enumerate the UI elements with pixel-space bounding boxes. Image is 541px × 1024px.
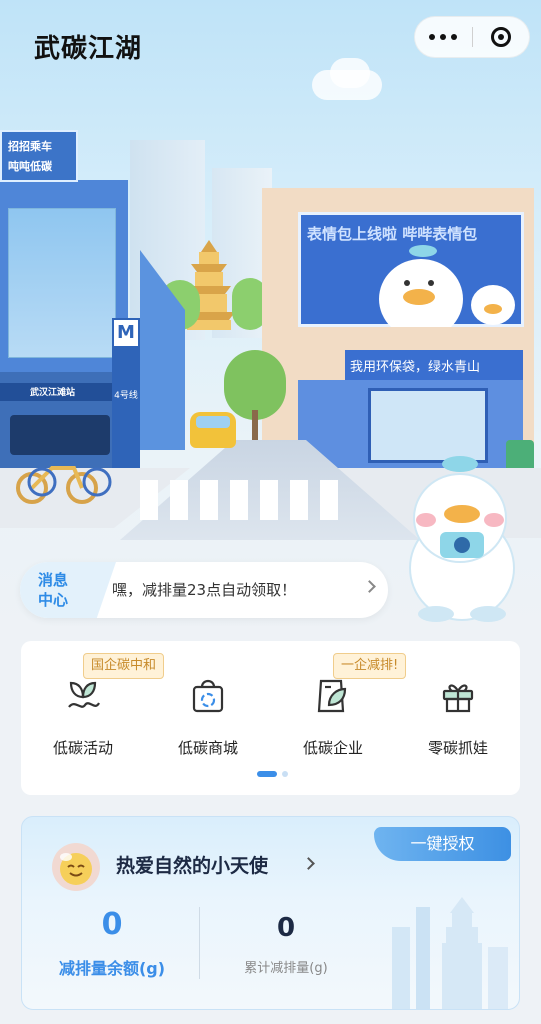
badge-line-1: 消息: [38, 571, 69, 589]
function-menu-card: 低碳活动 国企碳中和 低碳商城 低碳企业 一企减排! 零碳抓娃: [21, 641, 520, 795]
menu-item-low-carbon-mall[interactable]: 低碳商城: [146, 641, 270, 795]
metro-logo: M: [114, 320, 138, 346]
mini-program-capsule: [414, 16, 530, 58]
menu-item-label: 低碳企业: [302, 739, 363, 757]
menu-item-label: 零碳抓娃: [427, 739, 488, 757]
page-indicator: [257, 771, 288, 777]
one-click-auth-button[interactable]: 一键授权: [374, 827, 511, 861]
shopping-bag-icon: [192, 679, 224, 713]
total-label: 累计减排量(g): [244, 961, 328, 976]
more-dots-icon[interactable]: [415, 16, 472, 58]
hero-illustration: 招招乘车 吨吨低碳 武汉江滩站 M 4号线 表情包上线啦 哔哔表情包 我用环保袋…: [0, 0, 541, 640]
avatar[interactable]: [52, 843, 100, 891]
user-nickname[interactable]: 热爱自然的小天使: [116, 851, 268, 878]
metro-station-sign: 武汉江滩站: [0, 383, 112, 401]
page-dot: [282, 771, 288, 777]
duck-mascot-billboard: [379, 245, 515, 327]
banner-text-1: 招招乘车: [8, 140, 52, 153]
message-center-badge: 消息 中心: [20, 562, 116, 618]
balance-value: 0: [101, 907, 123, 942]
crosswalk-stripe: [290, 480, 308, 520]
sprout-icon: [68, 681, 100, 708]
cloud: [330, 58, 370, 88]
crosswalk-stripe: [140, 480, 158, 520]
balance-label: 减排量余额(g): [58, 959, 166, 978]
crosswalk-stripe: [200, 480, 218, 520]
target-close-icon[interactable]: [472, 16, 529, 58]
message-text: 嘿，减排量23点自动领取！: [112, 581, 297, 599]
left-building: [0, 180, 128, 470]
gift-box-icon: [442, 684, 474, 713]
badge-line-2: 中心: [38, 591, 69, 609]
chevron-right-icon: [363, 580, 376, 593]
stats-divider: [199, 907, 200, 979]
carbon-account-card: 一键授权 热爱自然的小天使 0 减排量余额(g) 0 累计减排量(g): [21, 816, 520, 1010]
crosswalk-stripe: [260, 480, 278, 520]
menu-item-zero-carbon-claw[interactable]: 零碳抓娃: [396, 641, 520, 795]
message-center-bar[interactable]: 消息 中心 嘿，减排量23点自动领取！: [20, 562, 388, 618]
leaf-cup-icon: [317, 679, 347, 713]
left-banner: 招招乘车 吨吨低碳: [0, 130, 78, 182]
page-dot-active: [257, 771, 277, 777]
page-title: 武碳江湖: [34, 34, 143, 64]
metro-line-label: 4号线: [114, 391, 138, 401]
emoji-avatar-icon: [60, 853, 92, 885]
emoji-billboard: 表情包上线啦 哔哔表情包: [298, 212, 524, 327]
city-skyline-decoration: [392, 897, 508, 1009]
taxi-car: [190, 412, 236, 448]
metro-pillar: M 4号线: [112, 318, 140, 468]
crosswalk-stripe: [170, 480, 188, 520]
chevron-right-icon[interactable]: [302, 857, 315, 870]
banner-text-2: 吨吨低碳: [8, 160, 52, 173]
shared-bikes: [16, 466, 112, 504]
crosswalk-stripe: [320, 480, 338, 520]
total-value: 0: [276, 913, 296, 943]
duck-mascot: [409, 456, 515, 622]
shop-sign: 我用环保袋，绿水青山: [345, 350, 523, 380]
menu-item-label: 低碳商城: [177, 739, 238, 757]
menu-item-label: 低碳活动: [52, 739, 113, 757]
crosswalk-stripe: [230, 480, 248, 520]
